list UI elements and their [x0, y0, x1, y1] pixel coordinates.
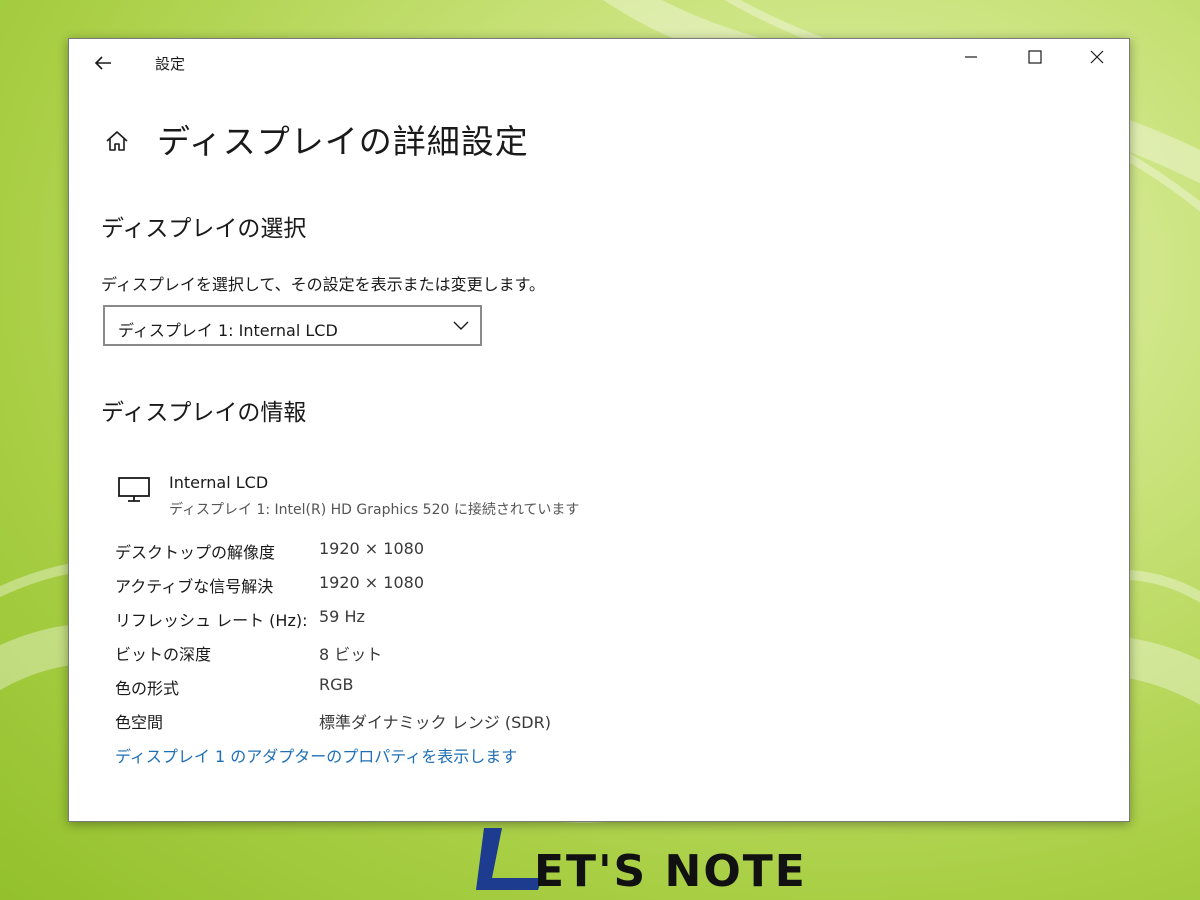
info-row: 色の形式 RGB: [115, 675, 715, 699]
maximize-button[interactable]: [1015, 49, 1055, 75]
back-button[interactable]: [91, 51, 115, 75]
lets-note-logo: ET'S NOTE: [476, 828, 802, 896]
display-connection: ディスプレイ 1: Intel(R) HD Graphics 520 に接続され…: [169, 502, 580, 518]
info-section-heading: ディスプレイの情報: [101, 400, 307, 426]
info-value: RGB: [319, 675, 354, 694]
monitor-icon: [118, 477, 150, 502]
info-label: ビットの深度: [115, 645, 212, 664]
select-description: ディスプレイを選択して、その設定を表示または変更します。: [101, 275, 546, 294]
settings-window: 設定 ディスプレイの詳細設定 ディスプレイの選択 ディスプレイを選択して、その設…: [68, 38, 1130, 822]
info-value: 1920 × 1080: [319, 539, 425, 558]
info-value: 標準ダイナミック レンジ (SDR): [319, 713, 551, 732]
app-title: 設定: [155, 55, 186, 73]
info-row: ビットの深度 8 ビット: [115, 641, 715, 665]
info-value: 1920 × 1080: [319, 573, 425, 592]
display-name: Internal LCD: [169, 473, 269, 492]
info-label: 色空間: [115, 713, 164, 732]
back-arrow-icon: [94, 56, 111, 70]
home-icon[interactable]: [103, 127, 131, 155]
display-select-dropdown[interactable]: ディスプレイ 1: Internal LCD: [103, 305, 482, 346]
close-button[interactable]: [1077, 49, 1117, 75]
info-label: デスクトップの解像度: [115, 543, 276, 562]
info-label: 色の形式: [115, 679, 180, 698]
select-section-heading: ディスプレイの選択: [101, 216, 307, 242]
adapter-properties-link[interactable]: ディスプレイ 1 のアダプターのプロパティを表示します: [115, 743, 517, 767]
title-bar: 設定: [69, 39, 1129, 85]
info-label: リフレッシュ レート (Hz):: [115, 611, 308, 630]
info-row: アクティブな信号解決 1920 × 1080: [115, 573, 715, 597]
display-select-value: ディスプレイ 1: Internal LCD: [118, 321, 338, 340]
info-row: 色空間 標準ダイナミック レンジ (SDR): [115, 709, 715, 733]
info-value: 59 Hz: [319, 607, 365, 626]
minimize-icon: [965, 56, 977, 58]
minimize-button[interactable]: [951, 49, 991, 75]
info-value: 8 ビット: [319, 645, 383, 664]
close-icon: [1090, 50, 1104, 64]
info-label: アクティブな信号解決: [115, 577, 274, 596]
chevron-down-icon: [453, 321, 469, 330]
page-title: ディスプレイの詳細設定: [157, 122, 529, 161]
svg-text:ET'S NOTE: ET'S NOTE: [534, 846, 802, 896]
maximize-icon: [1028, 50, 1042, 64]
info-row: デスクトップの解像度 1920 × 1080: [115, 539, 715, 563]
info-row: リフレッシュ レート (Hz): 59 Hz: [115, 607, 715, 631]
